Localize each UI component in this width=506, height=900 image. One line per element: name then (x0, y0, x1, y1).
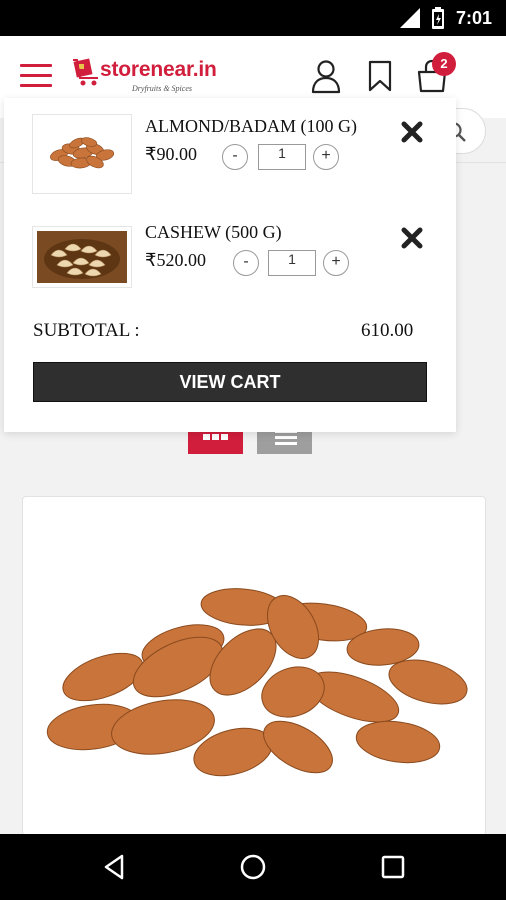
view-cart-button[interactable]: VIEW CART (33, 362, 427, 402)
product-card[interactable] (22, 496, 486, 836)
almond-thumbnail-image (50, 137, 115, 169)
cart-item-price: ₹90.00 (145, 144, 197, 164)
bookmark-icon[interactable] (364, 58, 396, 94)
cart-item-price: ₹520.00 (145, 250, 206, 270)
almonds-product-image (46, 588, 468, 777)
status-bar: H 7:01 (0, 0, 506, 36)
cart-item-name[interactable]: CASHEW (500 G) (145, 222, 282, 243)
cashew-thumbnail-image (37, 231, 127, 283)
close-icon[interactable] (400, 120, 424, 144)
system-navigation-bar (0, 834, 506, 900)
cart-item-thumbnail[interactable] (32, 114, 132, 194)
network-type-label: H (401, 10, 408, 20)
brand-logo[interactable]: storenear.in Dryfruits & Spices (72, 56, 232, 100)
close-icon[interactable] (400, 226, 424, 250)
brand-tagline: Dryfruits & Spices (132, 84, 192, 93)
quantity-decrease-button[interactable]: - (222, 144, 248, 170)
quantity-decrease-button[interactable]: - (233, 250, 259, 276)
mini-cart-dropdown: ALMOND/BADAM (100 G) ₹90.00 - 1 + CASHEW… (4, 98, 456, 432)
quantity-increase-button[interactable]: + (313, 144, 339, 170)
menu-icon[interactable] (20, 64, 52, 90)
status-time: 7:01 (456, 8, 493, 28)
grid-view-icon (203, 434, 210, 440)
logo-cart-icon (73, 58, 98, 86)
quantity-input[interactable]: 1 (258, 144, 306, 170)
brand-name: storenear.in (100, 58, 217, 81)
quantity-input[interactable]: 1 (268, 250, 316, 276)
signal-icon: H (400, 8, 420, 28)
user-icon[interactable] (310, 58, 342, 94)
home-icon[interactable] (238, 852, 268, 882)
quantity-increase-button[interactable]: + (323, 250, 349, 276)
cart-item-name[interactable]: ALMOND/BADAM (100 G) (145, 116, 357, 137)
cart-item: CASHEW (500 G) ₹520.00 - 1 + (4, 220, 456, 300)
subtotal-value: 610.00 (361, 320, 414, 341)
recents-icon[interactable] (378, 852, 408, 882)
back-icon[interactable] (100, 852, 130, 882)
cart-item-thumbnail[interactable] (32, 226, 132, 288)
cart-item: ALMOND/BADAM (100 G) ₹90.00 - 1 + (4, 114, 456, 194)
subtotal-label: SUBTOTAL : (33, 320, 140, 341)
battery-icon (432, 7, 444, 29)
cart-count-badge: 2 (432, 52, 456, 76)
